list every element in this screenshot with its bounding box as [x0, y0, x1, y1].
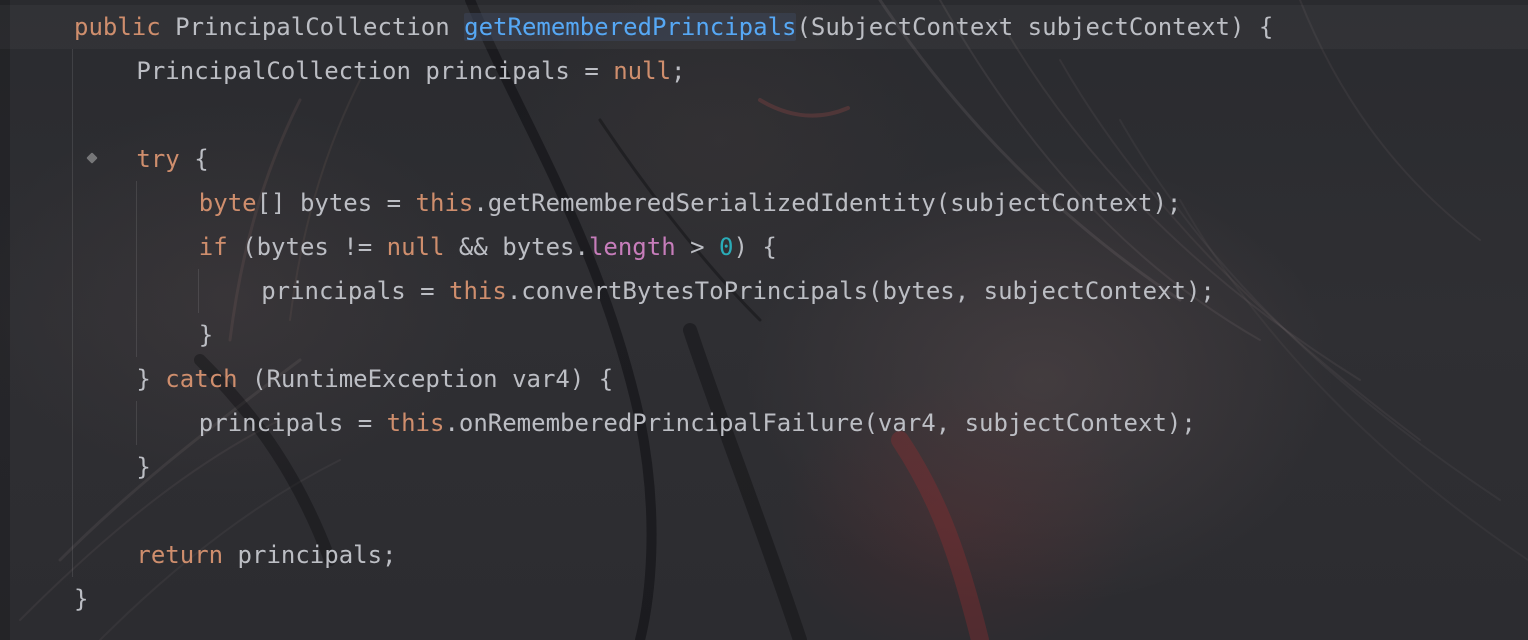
- code-line[interactable]: }: [0, 577, 1528, 621]
- code-line[interactable]: }: [0, 313, 1528, 357]
- code-token: PrincipalCollection principals =: [136, 57, 614, 85]
- code-token: >: [675, 233, 720, 261]
- code-line[interactable]: principals = this.convertBytesToPrincipa…: [0, 269, 1528, 313]
- code-keyword: try: [136, 145, 180, 173]
- code-keyword: this: [449, 277, 507, 305]
- code-keyword: if: [198, 233, 228, 261]
- code-token: }: [198, 321, 214, 349]
- code-line[interactable]: }: [0, 445, 1528, 489]
- code-line[interactable]: if (bytes != null && bytes.length > 0) {: [0, 225, 1528, 269]
- code-token: PrincipalCollection: [160, 13, 465, 41]
- code-token: (RuntimeException var4) {: [237, 365, 614, 393]
- code-token: [] bytes =: [256, 189, 416, 217]
- code-token: && bytes.: [444, 233, 589, 261]
- code-token: (SubjectContext subjectContext) {: [796, 13, 1274, 41]
- code-line[interactable]: principals = this.onRememberedPrincipalF…: [0, 401, 1528, 445]
- code-keyword: null: [613, 57, 672, 85]
- code-token: }: [136, 365, 166, 393]
- code-editor[interactable]: public PrincipalCollection getRemembered…: [0, 0, 1528, 640]
- code-token: }: [74, 585, 89, 613]
- code-keyword: public: [74, 13, 161, 41]
- code-token: (bytes !=: [227, 233, 387, 261]
- code-keyword: null: [386, 233, 445, 261]
- code-token: .convertBytesToPrincipals(bytes, subject…: [506, 277, 1215, 305]
- code-line[interactable]: [0, 489, 1528, 533]
- code-line[interactable]: } catch (RuntimeException var4) {: [0, 357, 1528, 401]
- code-keyword: this: [386, 409, 445, 437]
- code-token: {: [179, 145, 209, 173]
- method-name: getRememberedPrincipals: [464, 13, 797, 41]
- code-number: 0: [719, 233, 734, 261]
- code-keyword: this: [415, 189, 474, 217]
- code-line[interactable]: [0, 93, 1528, 137]
- code-field: length: [588, 233, 676, 261]
- fold-marker-icon[interactable]: [86, 152, 98, 164]
- code-token: principals;: [223, 541, 397, 569]
- code-token: .getRememberedSerializedIdentity(subject…: [473, 189, 1182, 217]
- code-token: principals =: [198, 409, 387, 437]
- code-token: ) {: [733, 233, 777, 261]
- code-keyword: return: [136, 541, 224, 569]
- code-line[interactable]: return principals;: [0, 533, 1528, 577]
- code-keyword: catch: [165, 365, 238, 393]
- code-line[interactable]: try {: [0, 137, 1528, 181]
- code-token: principals =: [261, 277, 450, 305]
- code-token: }: [136, 453, 151, 481]
- code-token: ;: [671, 57, 686, 85]
- code-block[interactable]: public PrincipalCollection getRemembered…: [0, 5, 1528, 621]
- code-line[interactable]: byte[] bytes = this.getRememberedSeriali…: [0, 181, 1528, 225]
- code-line[interactable]: public PrincipalCollection getRemembered…: [0, 5, 1528, 49]
- code-keyword: byte: [198, 189, 257, 217]
- code-token: .onRememberedPrincipalFailure(var4, subj…: [444, 409, 1196, 437]
- code-line[interactable]: PrincipalCollection principals = null;: [0, 49, 1528, 93]
